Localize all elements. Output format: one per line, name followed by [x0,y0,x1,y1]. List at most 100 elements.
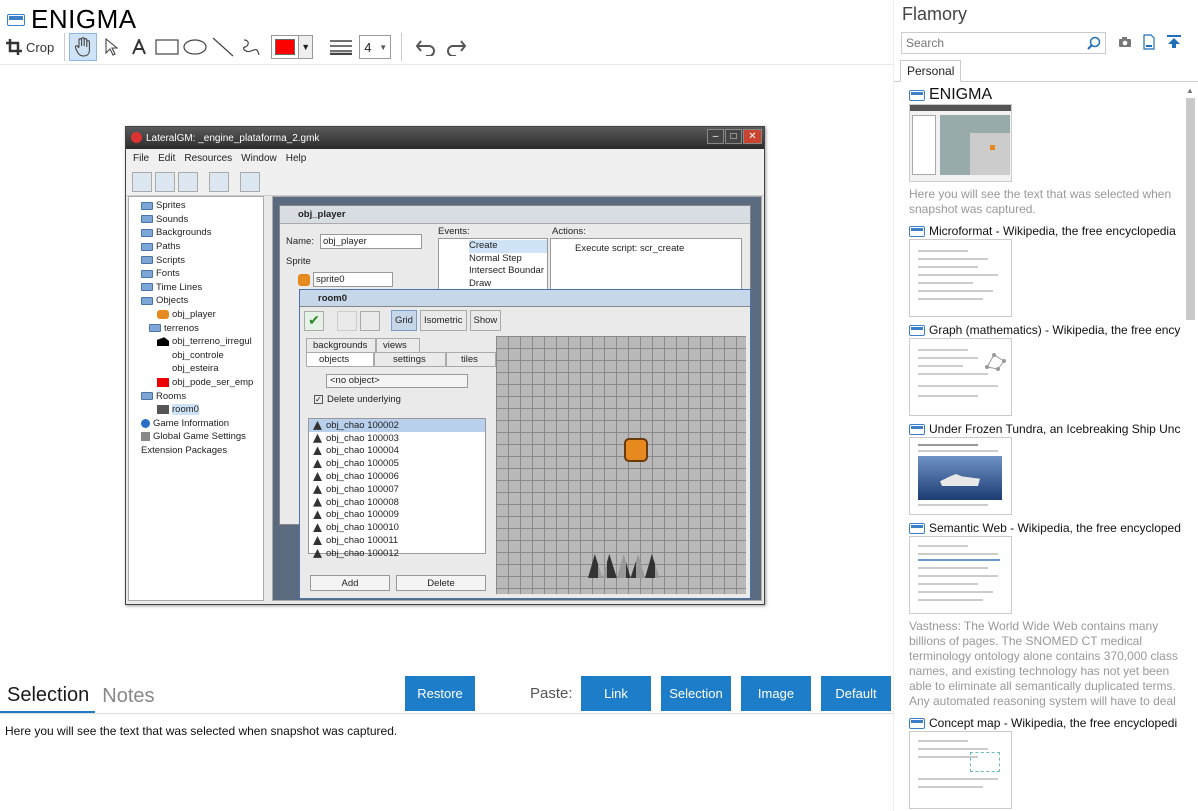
hand-tool-button[interactable] [69,33,98,61]
main-pane: ENIGMA Crop ▼ 4 ▼ LateralGM: _engine_pla… [0,0,893,811]
camera-icon[interactable] [1118,36,1132,48]
sidebar-actions [1118,34,1182,50]
pointer-tool-button[interactable] [97,33,125,61]
room-window-title: room0 [300,290,750,307]
tab-notes[interactable]: Notes [95,685,160,714]
selection-text[interactable]: Here you will see the text that was sele… [5,724,397,738]
restore-button[interactable]: Restore [405,676,475,711]
resource-tree: Sprites Sounds Backgrounds Paths Scripts… [128,196,264,601]
line-width-icon [330,40,353,55]
snapshot-icon [909,423,925,435]
object-select: <no object> [326,374,468,388]
line-width-select[interactable]: 4 ▼ [359,35,392,59]
feed-item-thumbnail[interactable] [909,104,1012,182]
snapshot-title-bar: ENIGMA [7,4,137,35]
toolbar-separator [401,33,403,61]
tree-item: Scripts [133,253,263,267]
snapshot-toolbar [126,168,764,196]
feed-item-thumbnail[interactable] [909,536,1012,614]
spike-tiles [588,554,660,578]
line-width-value: 4 [364,39,372,55]
line-icon [212,37,234,57]
line-tool-button[interactable] [209,33,237,61]
paste-link-button[interactable]: Link [581,676,651,711]
undo-icon [415,40,436,56]
feed-item[interactable]: Microformat - Wikipedia, the free encycl… [909,223,1181,317]
sidebar-title: Flamory [902,4,968,24]
chevron-down-icon[interactable]: ▼ [298,36,313,58]
window-controls: – □ ✕ [707,129,762,144]
snapshot-body: Sprites Sounds Backgrounds Paths Scripts… [126,196,764,604]
tree-item: obj_controle [172,349,224,361]
feed-item-thumbnail[interactable] [909,239,1012,317]
feed-item-thumbnail[interactable] [909,731,1012,809]
tree-item: room0 [133,403,263,417]
toolbar-separator [64,33,66,61]
tree-item: Backgrounds [133,226,263,240]
freehand-tool-button[interactable] [237,33,265,61]
paste-selection-button[interactable]: Selection [661,676,731,711]
feed-item-thumbnail[interactable] [909,338,1012,416]
snapshot-canvas[interactable]: LateralGM: _engine_plataforma_2.gmk – □ … [0,64,893,676]
feed-item-title: Under Frozen Tundra, an Icebreaking Ship… [909,421,1181,437]
room-tabs: objects settings tiles [306,352,496,367]
snapshot-icon [7,13,25,26]
zoom-out-icon [360,310,380,331]
events-list: Create Normal Step Intersect Boundar Dra… [438,238,548,290]
paste-image-button[interactable]: Image [741,676,811,711]
undo-button[interactable] [412,33,440,61]
search-icon[interactable] [1087,36,1101,50]
feed-item-thumbnail[interactable] [909,437,1012,515]
open-file-icon [155,171,175,192]
collapse-top-icon[interactable] [1166,35,1182,49]
scroll-up-icon[interactable]: ▲ [1185,86,1195,95]
search-input[interactable] [906,36,1076,50]
text-tool-button[interactable] [125,33,153,61]
object-name-row: Name: obj_player [286,234,422,249]
snapshot-window-title: LateralGM: _engine_plataforma_2.gmk [146,132,320,144]
color-picker[interactable]: ▼ [271,35,314,59]
redo-icon [447,40,467,56]
delete-underlying-checkbox: ✓ Delete underlying [314,394,401,405]
search-box[interactable] [901,32,1106,54]
snapshot-image[interactable]: LateralGM: _engine_plataforma_2.gmk – □ … [125,126,765,605]
ellipse-tool-button[interactable] [181,33,209,61]
chevron-down-icon: ▼ [379,42,388,52]
tree-item: obj_terreno_irregul [133,335,263,349]
feed-item[interactable]: Semantic Web - Wikipedia, the free encyc… [909,520,1181,709]
document-icon[interactable] [1143,34,1155,50]
tab-selection[interactable]: Selection [0,684,96,714]
hand-icon [75,37,91,57]
feed-item-desc: Here you will see the text that was sele… [909,187,1172,216]
scrollbar-thumb[interactable] [1186,98,1195,320]
flamory-window: ENIGMA Crop ▼ 4 ▼ LateralGM: _engine_pla… [0,0,1198,811]
tab-personal[interactable]: Personal [900,60,962,82]
lateralgm-icon [131,132,142,143]
redo-button[interactable] [442,33,470,61]
bottom-tabs: Selection Notes [0,676,161,714]
feed-item[interactable]: Under Frozen Tundra, an Icebreaking Ship… [909,421,1181,515]
feed-item[interactable]: Graph (mathematics) - Wikipedia, the fre… [909,322,1181,416]
object-window-title: obj_player [280,206,750,224]
tree-item: Extension Packages [141,444,228,456]
feed-item-desc: Vastness: The World Wide Web contains ma… [909,619,1178,708]
line-width-button[interactable] [327,33,355,61]
events-label: Events: [438,226,470,237]
room-tabs-top: backgrounds views [306,338,420,353]
actions-list: Execute script: scr_create [550,238,742,290]
minimize-icon: – [707,129,724,144]
settings-icon [240,171,260,192]
rectangle-tool-button[interactable] [153,33,181,61]
tree-item: obj_pode_ser_emp [133,376,263,390]
feed-item[interactable]: Concept map - Wikipedia, the free encycl… [909,715,1181,809]
sidebar-scrollbar[interactable]: ▲ [1185,86,1195,811]
crop-button[interactable]: Crop [4,33,60,61]
feed-item[interactable]: ENIGMA Here you will see the text that w… [909,86,1181,217]
add-instance-button: Add [310,575,390,591]
tree-item: Sprites [133,199,263,213]
object-sprite-row: sprite0 [298,272,393,287]
maximize-icon: □ [725,129,742,144]
snapshot-icon [909,89,925,101]
tree-item: Game Information [133,417,263,431]
paste-default-button[interactable]: Default [821,676,891,711]
